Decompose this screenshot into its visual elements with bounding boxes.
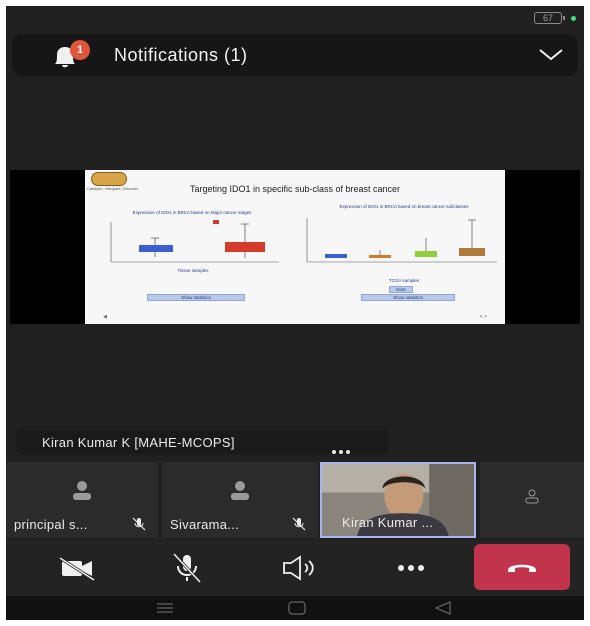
- call-control-bar: [6, 540, 584, 596]
- notifications-bar[interactable]: 1 Notifications (1): [12, 34, 578, 76]
- left-chart-caption: Expression of IDO1 in BRCA based on Majo…: [132, 210, 252, 215]
- status-bar: 67: [6, 6, 584, 30]
- slide-title: Targeting IDO1 in specific sub-class of …: [189, 184, 401, 194]
- left-boxplot: [110, 220, 279, 263]
- mic-off-icon[interactable]: [164, 550, 210, 586]
- notifications-title: Notifications (1): [114, 45, 248, 65]
- right-show-statistics-button[interactable]: Show statistics: [361, 294, 455, 301]
- note-button[interactable]: Note: [389, 286, 413, 293]
- video-off-icon[interactable]: [54, 550, 100, 586]
- more-icon[interactable]: [388, 550, 434, 586]
- participant-video-tile[interactable]: Kiran Kumar ...: [320, 462, 476, 538]
- notification-badge: 1: [70, 40, 90, 60]
- meeting-screen: 67 1 Notifications (1) Catalyze, Integra…: [6, 6, 584, 620]
- participant-name: principal s...: [14, 517, 88, 532]
- participant-tile[interactable]: Sivarama...: [162, 462, 318, 538]
- avatar-icon: [73, 481, 91, 500]
- speaker-icon[interactable]: [276, 550, 322, 586]
- right-boxplot: [306, 218, 497, 263]
- shared-screen[interactable]: Catalyze, Integrate, Discover Targeting …: [10, 170, 580, 324]
- active-speaker-strip[interactable]: Kiran Kumar K [MAHE-MCOPS]: [16, 430, 388, 454]
- participant-name: Sivarama...: [170, 517, 240, 532]
- slide-prev-icon[interactable]: ◀: [103, 314, 107, 320]
- system-nav-bar: [6, 596, 584, 620]
- status-dot-icon: [571, 16, 576, 21]
- left-chart-xlabel: Tissue samples: [177, 268, 209, 273]
- left-show-statistics-button[interactable]: Show statistics: [147, 294, 245, 301]
- avatar-icon: [231, 481, 249, 500]
- more-participants-icon: [525, 489, 539, 504]
- chevron-down-icon[interactable]: [538, 44, 564, 64]
- right-chart-xlabel: TCGA samples: [388, 278, 420, 283]
- more-options-icon[interactable]: [332, 441, 353, 459]
- home-icon[interactable]: [288, 601, 306, 615]
- back-icon[interactable]: [434, 601, 452, 615]
- participant-name: Kiran Kumar ...: [342, 515, 434, 530]
- presentation-slide: Catalyze, Integrate, Discover Targeting …: [85, 170, 505, 324]
- mic-muted-icon: [292, 517, 306, 531]
- right-chart-caption: Expression of IDO1 in BRCA based on brea…: [339, 204, 469, 209]
- active-speaker-name: Kiran Kumar K [MAHE-MCOPS]: [42, 435, 235, 450]
- participant-overflow-tile[interactable]: [480, 462, 584, 538]
- end-call-button[interactable]: [474, 544, 570, 590]
- end-call-icon: [508, 564, 536, 572]
- battery-indicator: 67: [534, 12, 565, 24]
- recent-apps-icon[interactable]: [156, 602, 174, 614]
- slide-page-indicator[interactable]: < >: [480, 314, 487, 320]
- participant-tile[interactable]: principal s...: [6, 462, 158, 538]
- mic-muted-icon: [132, 517, 146, 531]
